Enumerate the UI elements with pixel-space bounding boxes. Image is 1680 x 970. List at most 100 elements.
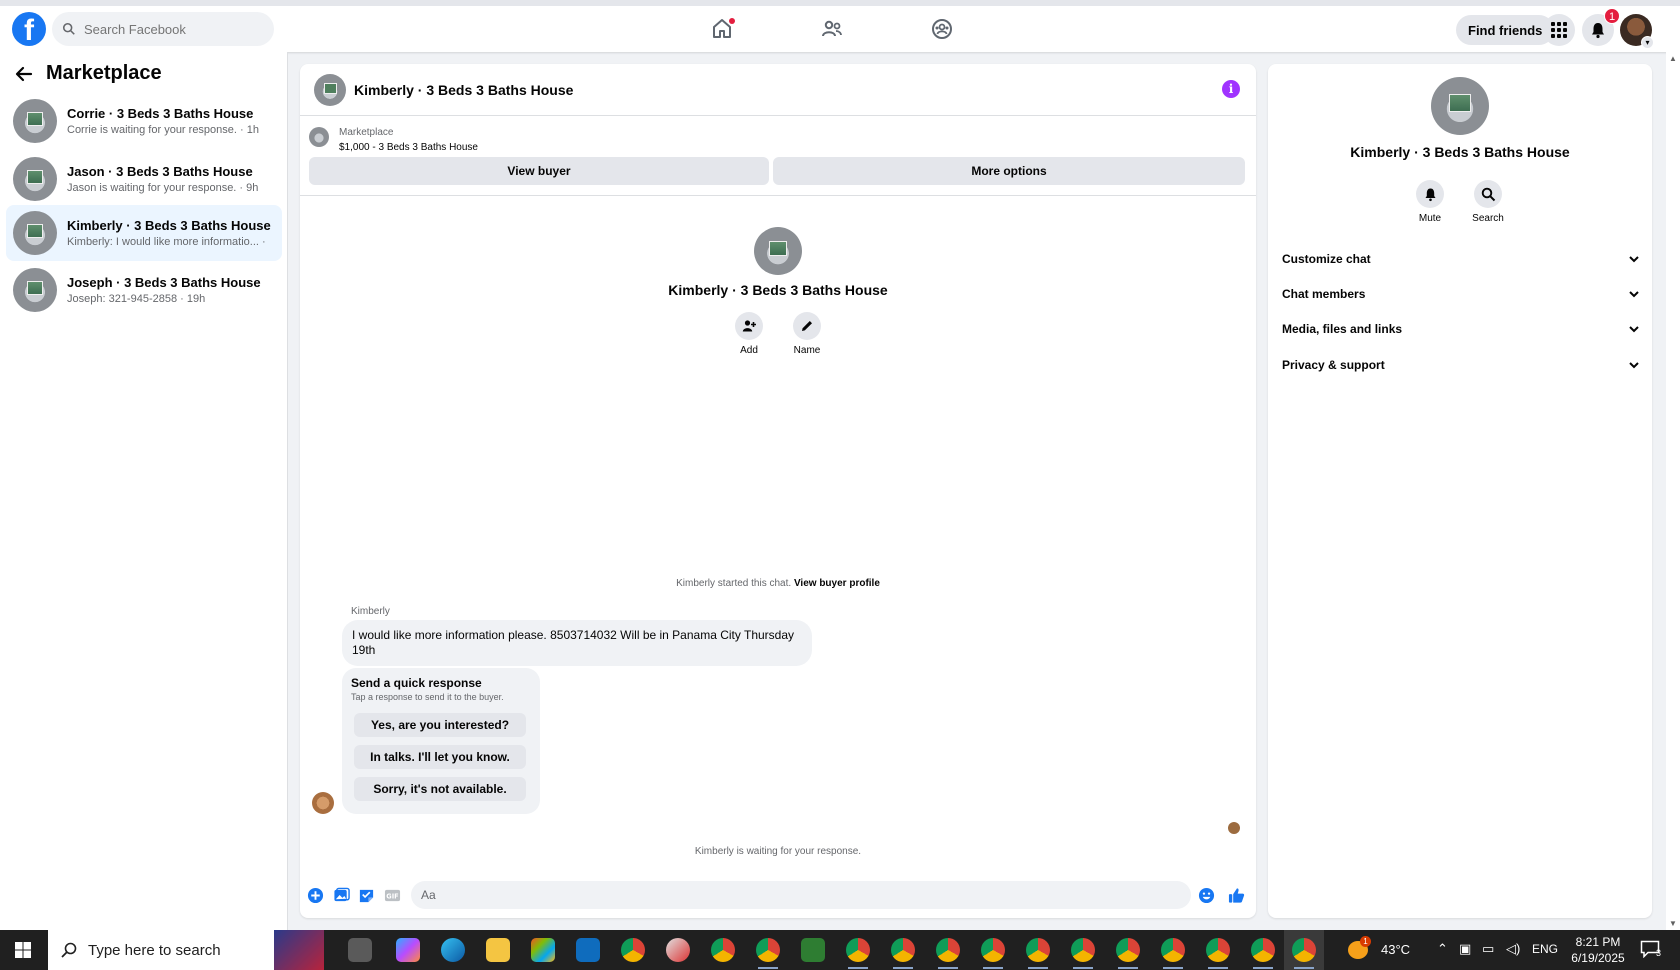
intro-avatar[interactable] bbox=[754, 227, 802, 275]
running-indicator bbox=[1028, 967, 1048, 969]
view-buyer-button[interactable]: View buyer bbox=[309, 157, 769, 185]
chrome-profile-icon[interactable] bbox=[891, 938, 915, 962]
chrome-profile-icon[interactable] bbox=[981, 938, 1005, 962]
language-indicator[interactable]: ENG bbox=[1532, 942, 1558, 956]
chrome-profile-icon[interactable] bbox=[711, 938, 735, 962]
chat-avatar[interactable] bbox=[314, 73, 346, 106]
read-receipt-avatar bbox=[1228, 822, 1240, 834]
chrome-profile-icon[interactable] bbox=[1206, 938, 1230, 962]
add-button[interactable]: Add bbox=[729, 312, 769, 356]
message-input[interactable] bbox=[411, 881, 1191, 909]
plus-circle-icon bbox=[307, 887, 323, 903]
chrome-profile-icon[interactable] bbox=[1292, 938, 1316, 962]
gif-button[interactable]: GIF bbox=[383, 886, 401, 904]
sender-avatar[interactable] bbox=[312, 792, 334, 814]
time: 8:21 PM bbox=[1575, 935, 1621, 949]
privacy-support-section[interactable]: Privacy & support bbox=[1280, 350, 1642, 380]
conversation-preview: Jason is waiting for your response. · 9h bbox=[67, 182, 259, 194]
listing-thumbnail[interactable] bbox=[309, 127, 329, 147]
chrome-profile-icon[interactable] bbox=[1251, 938, 1275, 962]
friends-tab[interactable] bbox=[817, 14, 847, 44]
scroll-up-arrow-icon[interactable]: ▲ bbox=[1669, 54, 1677, 63]
edge-browser-icon[interactable] bbox=[441, 938, 465, 962]
conversation-avatar bbox=[13, 268, 57, 312]
facebook-logo[interactable]: f bbox=[12, 12, 46, 46]
scroll-down-arrow-icon[interactable]: ▼ bbox=[1669, 919, 1677, 928]
chrome-profile-icon[interactable] bbox=[936, 938, 960, 962]
emoji-button[interactable] bbox=[1197, 886, 1215, 904]
start-button[interactable] bbox=[0, 930, 46, 970]
temperature[interactable]: 43°C bbox=[1381, 942, 1410, 957]
more-actions-button[interactable] bbox=[306, 886, 324, 904]
outlook-icon[interactable] bbox=[576, 938, 600, 962]
sheets-app-icon[interactable] bbox=[801, 938, 825, 962]
conversation-kimberly[interactable]: Kimberly · 3 Beds 3 Baths House Kimberly… bbox=[6, 205, 282, 261]
network-icon[interactable]: ▭ bbox=[1482, 941, 1494, 957]
search-icon bbox=[62, 22, 75, 35]
conversation-name: Jason · 3 Beds 3 Baths House bbox=[67, 164, 253, 179]
paint-app-icon[interactable] bbox=[666, 938, 690, 962]
file-explorer-icon[interactable] bbox=[486, 938, 510, 962]
info-icon[interactable]: i bbox=[1222, 80, 1240, 98]
copilot-icon[interactable] bbox=[396, 938, 420, 962]
quick-response-not-available-button[interactable]: Sorry, it's not available. bbox=[354, 777, 526, 801]
chrome-profile-icon[interactable] bbox=[1116, 938, 1140, 962]
media-files-links-section[interactable]: Media, files and links bbox=[1280, 314, 1642, 344]
chrome-profile-icon[interactable] bbox=[846, 938, 870, 962]
send-like-button[interactable] bbox=[1227, 886, 1245, 904]
chrome-profile-icon[interactable] bbox=[756, 938, 780, 962]
message-bubble: I would like more information please. 85… bbox=[342, 620, 812, 666]
meet-now-icon[interactable]: ▣ bbox=[1459, 941, 1471, 957]
task-view-icon[interactable] bbox=[348, 938, 372, 962]
taskbar-search[interactable]: Type here to search bbox=[48, 930, 274, 970]
speaker-icon[interactable]: ◁) bbox=[1506, 941, 1520, 957]
conversation-name: Joseph · 3 Beds 3 Baths House bbox=[67, 275, 261, 290]
quick-response-in-talks-button[interactable]: In talks. I'll let you know. bbox=[354, 745, 526, 769]
conversation-joseph[interactable]: Joseph · 3 Beds 3 Baths House Joseph: 32… bbox=[6, 262, 282, 318]
attach-photo-button[interactable] bbox=[332, 886, 350, 904]
find-friends-button[interactable]: Find friends bbox=[1456, 15, 1555, 45]
menu-button[interactable] bbox=[1543, 14, 1575, 46]
back-arrow-icon[interactable] bbox=[14, 64, 34, 84]
chrome-profile-icon[interactable] bbox=[1071, 938, 1095, 962]
chrome-profile-icon[interactable] bbox=[1026, 938, 1050, 962]
home-tab[interactable] bbox=[707, 14, 737, 44]
conversation-jason[interactable]: Jason · 3 Beds 3 Baths House Jason is wa… bbox=[6, 151, 282, 207]
chevron-down-icon[interactable]: ▾ bbox=[1641, 36, 1654, 49]
details-avatar[interactable] bbox=[1431, 77, 1489, 135]
chat-title[interactable]: Kimberly · 3 Beds 3 Baths House bbox=[354, 82, 573, 98]
sticker-button[interactable] bbox=[357, 886, 375, 904]
conversation-corrie[interactable]: Corrie · 3 Beds 3 Baths House Corrie is … bbox=[6, 93, 282, 149]
notifications-button[interactable]: 1 bbox=[1582, 8, 1620, 46]
mute-button[interactable]: Mute bbox=[1405, 180, 1455, 224]
chat-members-section[interactable]: Chat members bbox=[1280, 279, 1642, 309]
running-indicator bbox=[848, 967, 868, 969]
page-scrollbar[interactable]: ▲ ▼ bbox=[1666, 52, 1680, 930]
listing-price-title[interactable]: $1,000 - 3 Beds 3 Baths House bbox=[339, 142, 478, 153]
view-buyer-profile-link[interactable]: View buyer profile bbox=[794, 578, 880, 589]
more-options-button[interactable]: More options bbox=[773, 157, 1245, 185]
chevron-up-icon[interactable]: ⌃ bbox=[1437, 941, 1448, 957]
chrome-icon[interactable] bbox=[621, 938, 645, 962]
groups-tab[interactable] bbox=[927, 14, 957, 44]
quick-response-yes-button[interactable]: Yes, are you interested? bbox=[354, 713, 526, 737]
microsoft-store-icon[interactable] bbox=[531, 938, 555, 962]
date: 6/19/2025 bbox=[1571, 951, 1625, 965]
section-label: Media, files and links bbox=[1282, 322, 1403, 336]
chevron-down-icon bbox=[1629, 362, 1639, 369]
search-in-chat-button[interactable]: Search bbox=[1463, 180, 1513, 224]
top-navigation: f Find friends 1 ▾ bbox=[0, 0, 1680, 52]
customize-chat-section[interactable]: Customize chat bbox=[1280, 244, 1642, 274]
search-label: Search bbox=[1472, 213, 1504, 224]
conversation-preview: Corrie is waiting for your response. · 1… bbox=[67, 124, 259, 136]
gif-icon: GIF bbox=[384, 889, 400, 901]
running-indicator bbox=[893, 967, 913, 969]
clock[interactable]: 8:21 PM 6/19/2025 bbox=[1568, 934, 1628, 966]
search-input[interactable] bbox=[84, 21, 264, 37]
message-sender-name: Kimberly bbox=[351, 606, 390, 617]
search-highlight-image[interactable] bbox=[274, 930, 324, 970]
chrome-profile-icon[interactable] bbox=[1161, 938, 1185, 962]
facebook-search-box[interactable] bbox=[52, 12, 274, 46]
windows-logo-icon bbox=[15, 942, 31, 958]
name-button[interactable]: Name bbox=[787, 312, 827, 356]
